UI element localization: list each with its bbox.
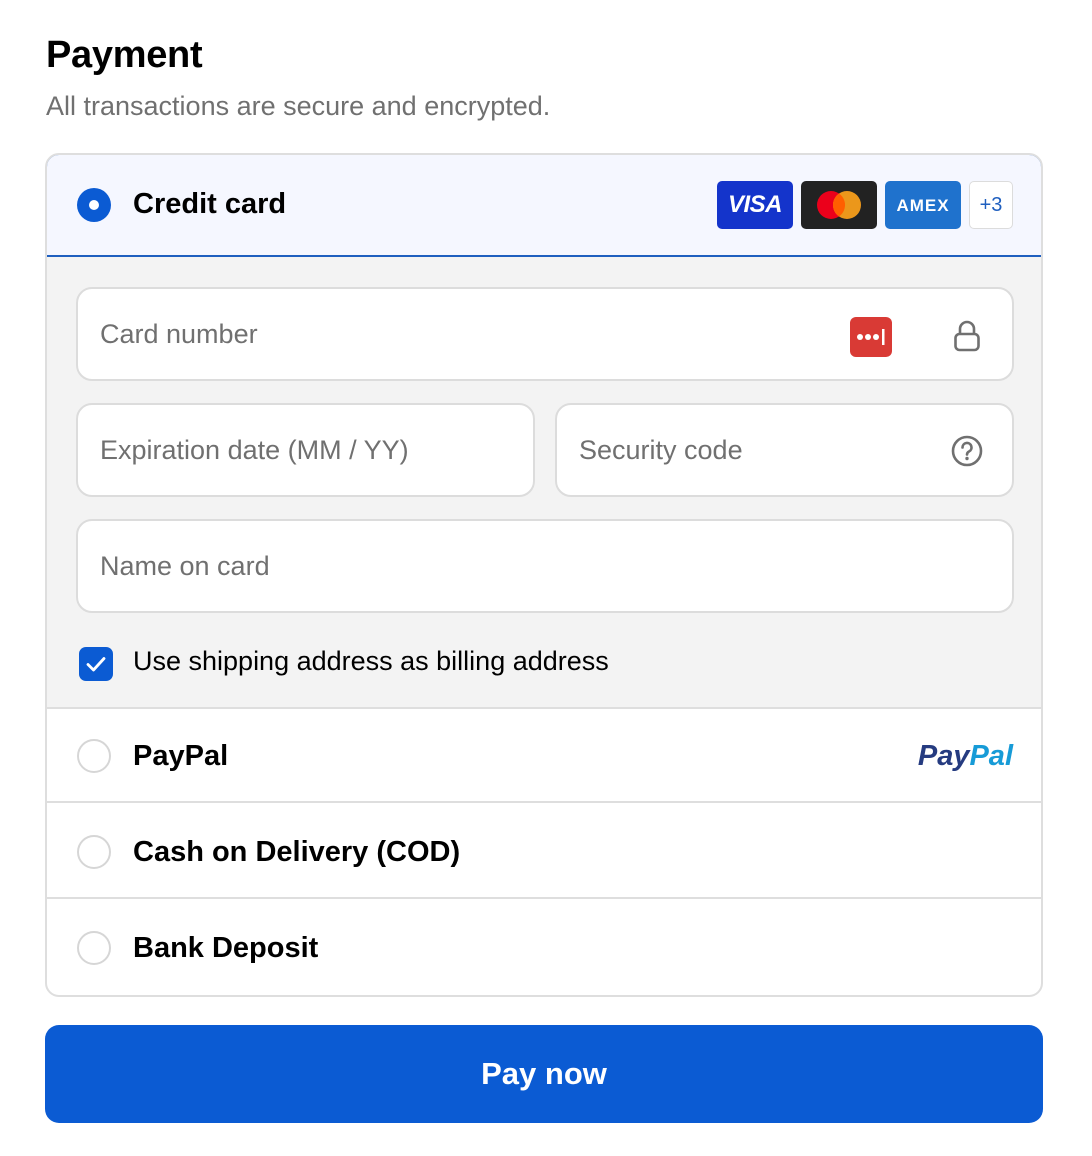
visa-logo: VISA <box>717 181 793 229</box>
mastercard-logo <box>801 181 877 229</box>
option-cash-on-delivery[interactable]: Cash on Delivery (COD) <box>47 805 1041 899</box>
paypal-label: PayPal <box>133 740 229 772</box>
expiration-date-input[interactable] <box>78 434 533 466</box>
paypal-logo-pay: Pay <box>917 740 970 772</box>
card-brand-logos: VISA AMEX +3 <box>717 181 1013 229</box>
billing-address-checkbox[interactable] <box>79 647 113 681</box>
visa-logo-text: VISA <box>727 191 783 218</box>
page-title: Payment <box>46 34 203 76</box>
mastercard-circles <box>817 191 861 219</box>
security-code-field[interactable] <box>555 403 1014 497</box>
option-bank-deposit[interactable]: Bank Deposit <box>47 901 1041 995</box>
lock-icon <box>952 319 982 353</box>
payment-methods-panel: Credit card VISA AMEX +3 Card number Exp… <box>45 153 1043 997</box>
paypal-logo: PayPal <box>918 740 1013 773</box>
cod-radio[interactable] <box>77 835 111 869</box>
page-subtitle: All transactions are secure and encrypte… <box>46 91 551 121</box>
more-brands-badge: +3 <box>969 181 1013 229</box>
paypal-logo-pal: Pal <box>969 740 1013 772</box>
bank-deposit-radio[interactable] <box>77 931 111 965</box>
billing-address-label[interactable]: Use shipping address as billing address <box>133 646 609 677</box>
name-on-card-input[interactable] <box>78 550 1012 582</box>
amex-logo-text: AMEX <box>896 195 950 215</box>
security-code-input[interactable] <box>557 434 1012 466</box>
pay-now-button[interactable]: Pay now <box>45 1025 1043 1123</box>
checkmark-icon <box>86 657 106 672</box>
cod-label: Cash on Delivery (COD) <box>133 836 461 868</box>
option-paypal[interactable]: PayPal PayPal <box>47 709 1041 803</box>
option-credit-card[interactable]: Credit card VISA AMEX +3 <box>47 155 1041 257</box>
help-circle-icon[interactable] <box>950 434 984 468</box>
credit-card-form: Use shipping address as billing address <box>47 257 1041 709</box>
amex-logo: AMEX <box>885 181 961 229</box>
credit-card-label: Credit card <box>133 188 287 220</box>
password-manager-icon[interactable] <box>850 317 892 357</box>
name-on-card-field[interactable] <box>76 519 1014 613</box>
bank-deposit-label: Bank Deposit <box>133 932 319 964</box>
credit-card-radio[interactable] <box>77 188 111 222</box>
expiration-date-field[interactable] <box>76 403 535 497</box>
paypal-radio[interactable] <box>77 739 111 773</box>
card-number-field[interactable] <box>76 287 1014 381</box>
